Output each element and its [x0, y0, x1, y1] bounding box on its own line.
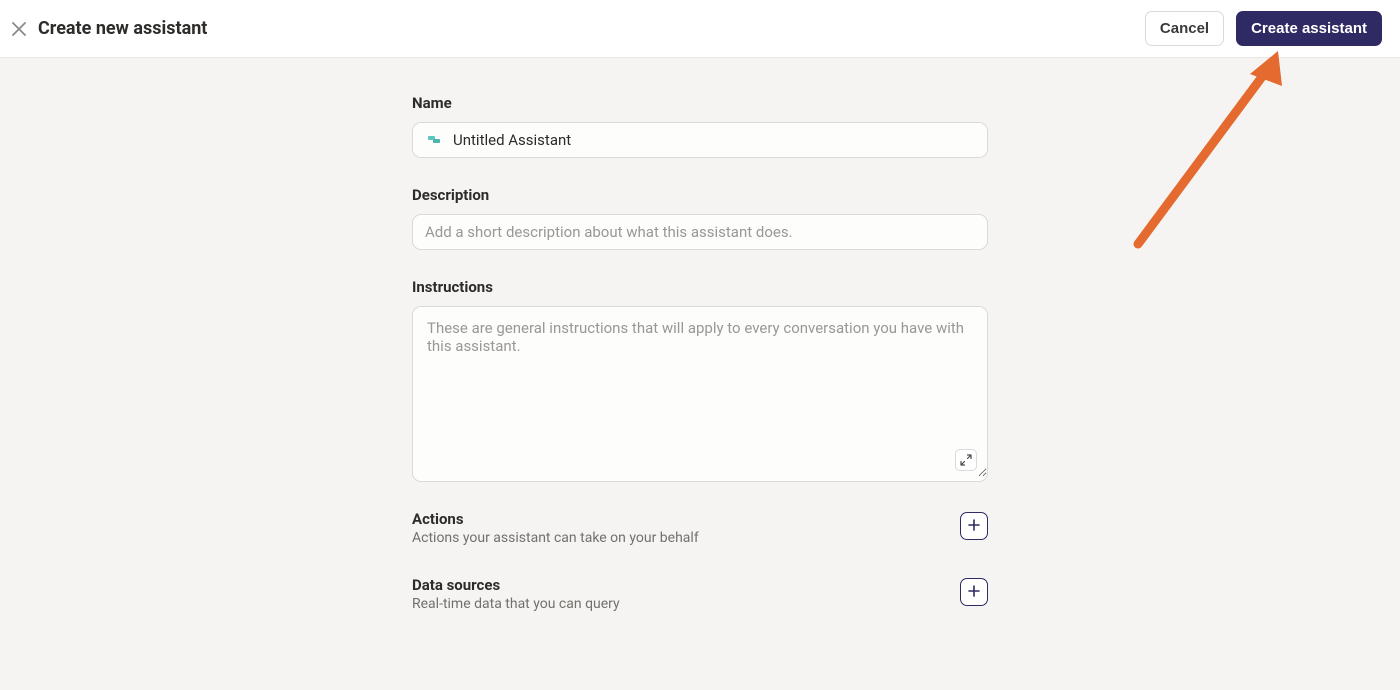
plus-icon: [967, 517, 981, 536]
data-sources-section: Data sources Real-time data that you can…: [412, 576, 988, 612]
instructions-label: Instructions: [412, 278, 988, 296]
annotation-arrow: [1128, 44, 1298, 258]
description-input[interactable]: [425, 223, 975, 241]
instructions-textarea[interactable]: [413, 307, 987, 477]
name-input[interactable]: [453, 131, 975, 149]
add-action-button[interactable]: [960, 512, 988, 540]
description-input-wrapper[interactable]: [412, 214, 988, 250]
expand-button[interactable]: [955, 449, 977, 471]
expand-icon: [960, 451, 972, 470]
description-group: Description: [412, 186, 988, 250]
data-sources-title: Data sources: [412, 576, 960, 594]
create-assistant-button[interactable]: Create assistant: [1236, 11, 1382, 46]
name-group: Name: [412, 94, 988, 158]
header-right: Cancel Create assistant: [1145, 11, 1382, 46]
header-bar: Create new assistant Cancel Create assis…: [0, 0, 1400, 58]
name-label: Name: [412, 94, 988, 112]
description-label: Description: [412, 186, 988, 204]
add-data-source-button[interactable]: [960, 578, 988, 606]
plus-icon: [967, 583, 981, 602]
instructions-wrapper: [412, 306, 988, 482]
form-container: Name Description Instructions: [412, 94, 988, 612]
close-icon[interactable]: [10, 20, 28, 38]
name-input-wrapper[interactable]: [412, 122, 988, 158]
actions-text: Actions Actions your assistant can take …: [412, 510, 960, 546]
page-title: Create new assistant: [38, 18, 207, 39]
cancel-button[interactable]: Cancel: [1145, 11, 1224, 46]
data-sources-text: Data sources Real-time data that you can…: [412, 576, 960, 612]
actions-section: Actions Actions your assistant can take …: [412, 510, 988, 546]
actions-title: Actions: [412, 510, 960, 528]
actions-subtitle: Actions your assistant can take on your …: [412, 530, 960, 546]
data-sources-subtitle: Real-time data that you can query: [412, 596, 960, 612]
header-left: Create new assistant: [10, 18, 207, 39]
instructions-group: Instructions: [412, 278, 988, 482]
assistant-avatar-icon: [425, 130, 445, 150]
